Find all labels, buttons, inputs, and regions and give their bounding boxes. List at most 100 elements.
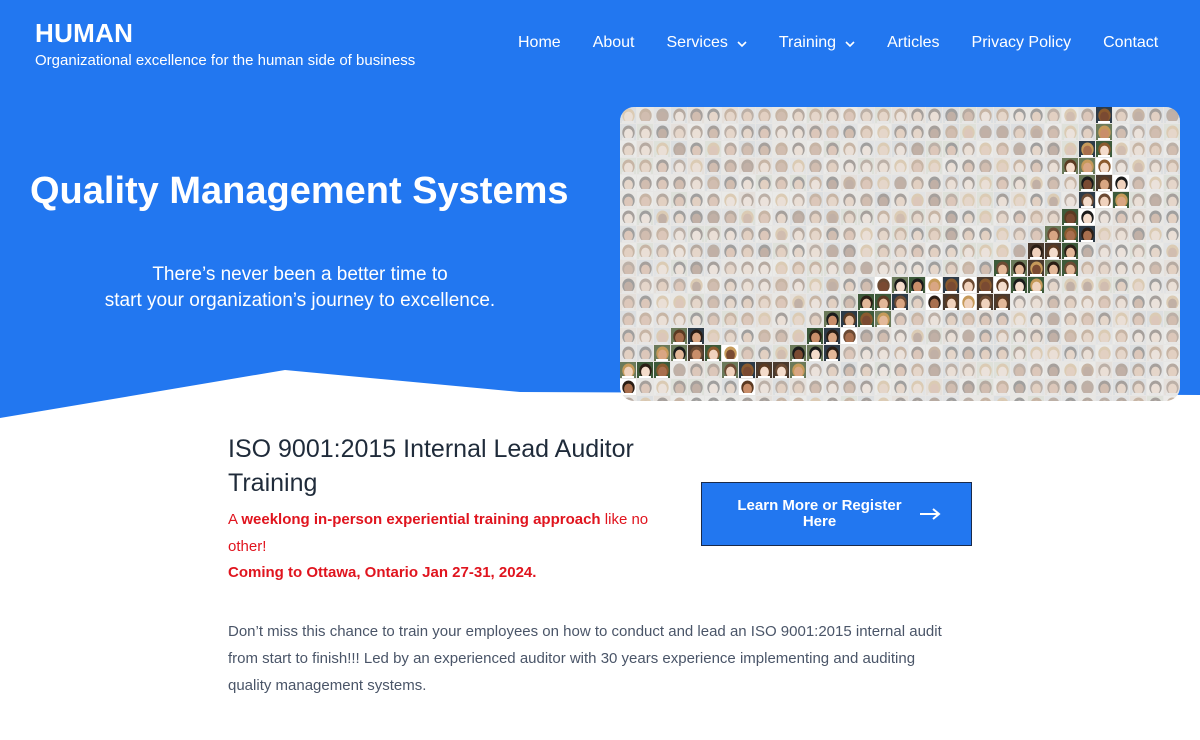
face-tile <box>1096 311 1112 327</box>
face-tile <box>705 294 721 310</box>
face-tile <box>637 107 653 123</box>
face-tile <box>1113 328 1129 344</box>
face-tile <box>773 141 789 157</box>
face-tile <box>1062 141 1078 157</box>
face-tile <box>1096 209 1112 225</box>
face-tile <box>943 345 959 361</box>
face-tile <box>1130 362 1146 378</box>
face-tile <box>994 141 1010 157</box>
face-tile <box>977 328 993 344</box>
face-tile <box>1011 277 1027 293</box>
face-tile <box>688 294 704 310</box>
face-tile <box>1011 260 1027 276</box>
face-tile <box>1079 107 1095 123</box>
face-tile <box>1011 328 1027 344</box>
face-tile <box>1147 260 1163 276</box>
nav-item-privacy-policy[interactable]: Privacy Policy <box>972 34 1072 52</box>
face-tile <box>960 226 976 242</box>
face-tile <box>960 396 976 401</box>
nav-item-contact[interactable]: Contact <box>1103 34 1158 52</box>
face-tile <box>688 141 704 157</box>
hero-title: Quality Management Systems <box>30 170 569 212</box>
site-name[interactable]: HUMAN <box>35 18 415 49</box>
face-tile <box>688 209 704 225</box>
nav-item-label: Privacy Policy <box>971 34 1072 51</box>
face-tile <box>1079 328 1095 344</box>
nav-item-home[interactable]: Home <box>518 34 561 52</box>
face-tile <box>671 379 687 395</box>
face-tile <box>892 311 908 327</box>
face-tile <box>926 141 942 157</box>
nav-item-articles[interactable]: Articles <box>887 34 939 52</box>
face-tile <box>756 260 772 276</box>
face-tile <box>926 260 942 276</box>
face-tile <box>773 328 789 344</box>
face-tile <box>977 243 993 259</box>
face-tile <box>807 311 823 327</box>
chevron-down-icon[interactable] <box>737 39 747 49</box>
learn-more-register-button[interactable]: Learn More or Register Here <box>701 482 972 546</box>
chevron-down-icon[interactable] <box>845 39 855 49</box>
face-tile <box>637 260 653 276</box>
nav-item-training[interactable]: Training <box>779 34 855 52</box>
face-tile <box>1062 311 1078 327</box>
face-tile <box>1011 379 1027 395</box>
face-tile <box>688 379 704 395</box>
face-tile <box>773 243 789 259</box>
face-tile <box>1028 124 1044 140</box>
face-tile <box>739 362 755 378</box>
face-tile <box>960 209 976 225</box>
face-tile <box>1113 226 1129 242</box>
nav-item-label: About <box>592 34 635 51</box>
face-tile <box>773 311 789 327</box>
face-tile <box>773 396 789 401</box>
face-tile <box>1045 311 1061 327</box>
face-tile <box>1130 175 1146 191</box>
brand[interactable]: HUMAN Organizational excellence for the … <box>35 18 415 69</box>
face-tile <box>1147 311 1163 327</box>
face-tile <box>841 243 857 259</box>
face-tile <box>705 277 721 293</box>
face-tile <box>688 328 704 344</box>
face-tile <box>841 158 857 174</box>
face-tile <box>756 141 772 157</box>
face-tile <box>943 243 959 259</box>
face-tile <box>926 345 942 361</box>
face-tile <box>1164 294 1180 310</box>
face-tile <box>1028 226 1044 242</box>
face-tile <box>807 226 823 242</box>
face-tile <box>960 107 976 123</box>
face-tile <box>688 277 704 293</box>
face-tile <box>756 243 772 259</box>
face-tile <box>790 192 806 208</box>
face-tile <box>858 328 874 344</box>
face-tile <box>790 362 806 378</box>
face-tile <box>1028 175 1044 191</box>
face-tile <box>1028 192 1044 208</box>
face-tile <box>875 175 891 191</box>
nav-item-services[interactable]: Services <box>667 34 747 52</box>
face-tile <box>773 226 789 242</box>
face-tile <box>1062 345 1078 361</box>
face-tile <box>1113 277 1129 293</box>
face-tile <box>824 226 840 242</box>
face-tile <box>858 175 874 191</box>
face-tile <box>892 175 908 191</box>
face-tile <box>1164 328 1180 344</box>
face-tile <box>875 226 891 242</box>
face-tile <box>1147 107 1163 123</box>
face-tile <box>1045 345 1061 361</box>
face-tile <box>841 345 857 361</box>
face-tile <box>705 175 721 191</box>
face-tile <box>739 141 755 157</box>
hero-subtitle-line: There’s never been a better time to <box>152 264 448 285</box>
face-tile <box>756 158 772 174</box>
face-tile <box>756 379 772 395</box>
face-tile <box>892 141 908 157</box>
face-tile <box>1113 141 1129 157</box>
face-tile <box>1062 107 1078 123</box>
face-tile <box>654 243 670 259</box>
nav-item-about[interactable]: About <box>593 34 635 52</box>
face-tile <box>858 311 874 327</box>
face-tile <box>841 175 857 191</box>
